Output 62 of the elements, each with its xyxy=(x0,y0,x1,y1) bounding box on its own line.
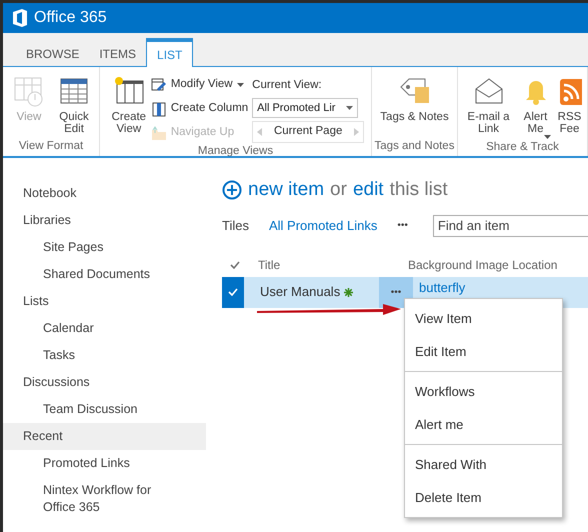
heading-text: or xyxy=(330,178,347,202)
nav-item[interactable]: Shared Documents xyxy=(3,261,183,288)
ribbon-tab[interactable]: BROWSE xyxy=(16,37,90,66)
edit-link[interactable]: edit xyxy=(352,176,384,204)
check-icon xyxy=(230,260,240,268)
heading-text: this list xyxy=(390,178,448,202)
search-field[interactable]: Find an item xyxy=(432,214,588,236)
caret-icon xyxy=(236,83,244,87)
ribbon-button[interactable]: Modify View xyxy=(150,75,248,95)
ribbon-tab[interactable]: ITEMS xyxy=(89,37,146,66)
ribbon-button[interactable]: E-mail a Link xyxy=(462,75,514,135)
more-button[interactable]: ••• xyxy=(397,218,408,233)
group-label: Tags and Notes xyxy=(374,138,455,154)
ribbon-button[interactable]: Quick Edit xyxy=(52,75,96,135)
ribbon-tab[interactable]: LIST xyxy=(146,38,194,67)
ribbon-button[interactable]: RSS Fee xyxy=(556,75,582,135)
row-checkbox[interactable] xyxy=(222,276,244,308)
ribbon-button[interactable]: Create Column xyxy=(150,99,248,119)
caret-icon xyxy=(346,106,354,110)
view-tab[interactable]: Tiles xyxy=(222,216,249,236)
column-header[interactable]: Background Image Location xyxy=(408,256,558,274)
nav-item[interactable]: Tasks xyxy=(3,342,183,369)
current-view-label: Current View: xyxy=(252,78,323,93)
office-logo-icon xyxy=(12,9,28,27)
view-tab[interactable]: All Promoted Links xyxy=(268,216,378,236)
cell-link[interactable]: butterfly xyxy=(413,276,466,294)
view-dropdown[interactable]: All Promoted Lir xyxy=(252,98,358,118)
menu-item[interactable]: Workflows xyxy=(405,375,562,408)
ribbon-button[interactable]: Alert Me xyxy=(514,75,556,139)
nav-item[interactable]: Calendar xyxy=(3,315,183,342)
nav-item[interactable]: Site Pages xyxy=(3,234,183,261)
next-icon xyxy=(354,128,360,136)
nav-item[interactable]: Notebook xyxy=(3,180,206,207)
menu-item[interactable]: Alert me xyxy=(405,408,562,441)
item-title[interactable]: User Manuals xyxy=(260,282,340,302)
menu-item[interactable]: Edit Item xyxy=(405,335,562,368)
caret-icon xyxy=(544,135,550,139)
previous-icon xyxy=(257,128,262,136)
nav-item[interactable]: Promoted Links xyxy=(3,450,183,477)
ribbon-button[interactable]: Tags & Notes xyxy=(376,75,452,123)
column-header[interactable]: Title xyxy=(248,256,408,274)
nav-item[interactable]: Discussions xyxy=(3,369,206,396)
page-navigator[interactable]: Current Page xyxy=(252,121,364,143)
edit-view-icon xyxy=(150,77,167,93)
add-icon[interactable] xyxy=(222,180,242,200)
nav-item[interactable]: Lists xyxy=(3,288,206,315)
nav-item[interactable]: Libraries xyxy=(3,207,206,234)
app-title: Office 365 xyxy=(34,8,107,28)
column-icon xyxy=(150,101,167,117)
menu-item[interactable]: Delete Item xyxy=(405,481,562,514)
new-item-link[interactable]: new item xyxy=(248,176,324,204)
folder-up-icon xyxy=(150,125,167,141)
group-label: View Format xyxy=(18,138,84,154)
group-label: Share & Track xyxy=(485,140,560,155)
check-icon xyxy=(228,288,238,296)
nav-item[interactable]: Nintex Workflow for Office 365 xyxy=(3,477,183,521)
menu-item[interactable]: Shared With xyxy=(405,448,562,481)
nav-item[interactable]: Recent xyxy=(3,423,206,450)
open-menu-button[interactable]: ••• xyxy=(379,276,413,308)
table-view-icon xyxy=(13,75,45,107)
nav-item[interactable]: Team Discussion xyxy=(3,396,183,423)
ribbon-button[interactable]: Create View xyxy=(106,75,151,135)
